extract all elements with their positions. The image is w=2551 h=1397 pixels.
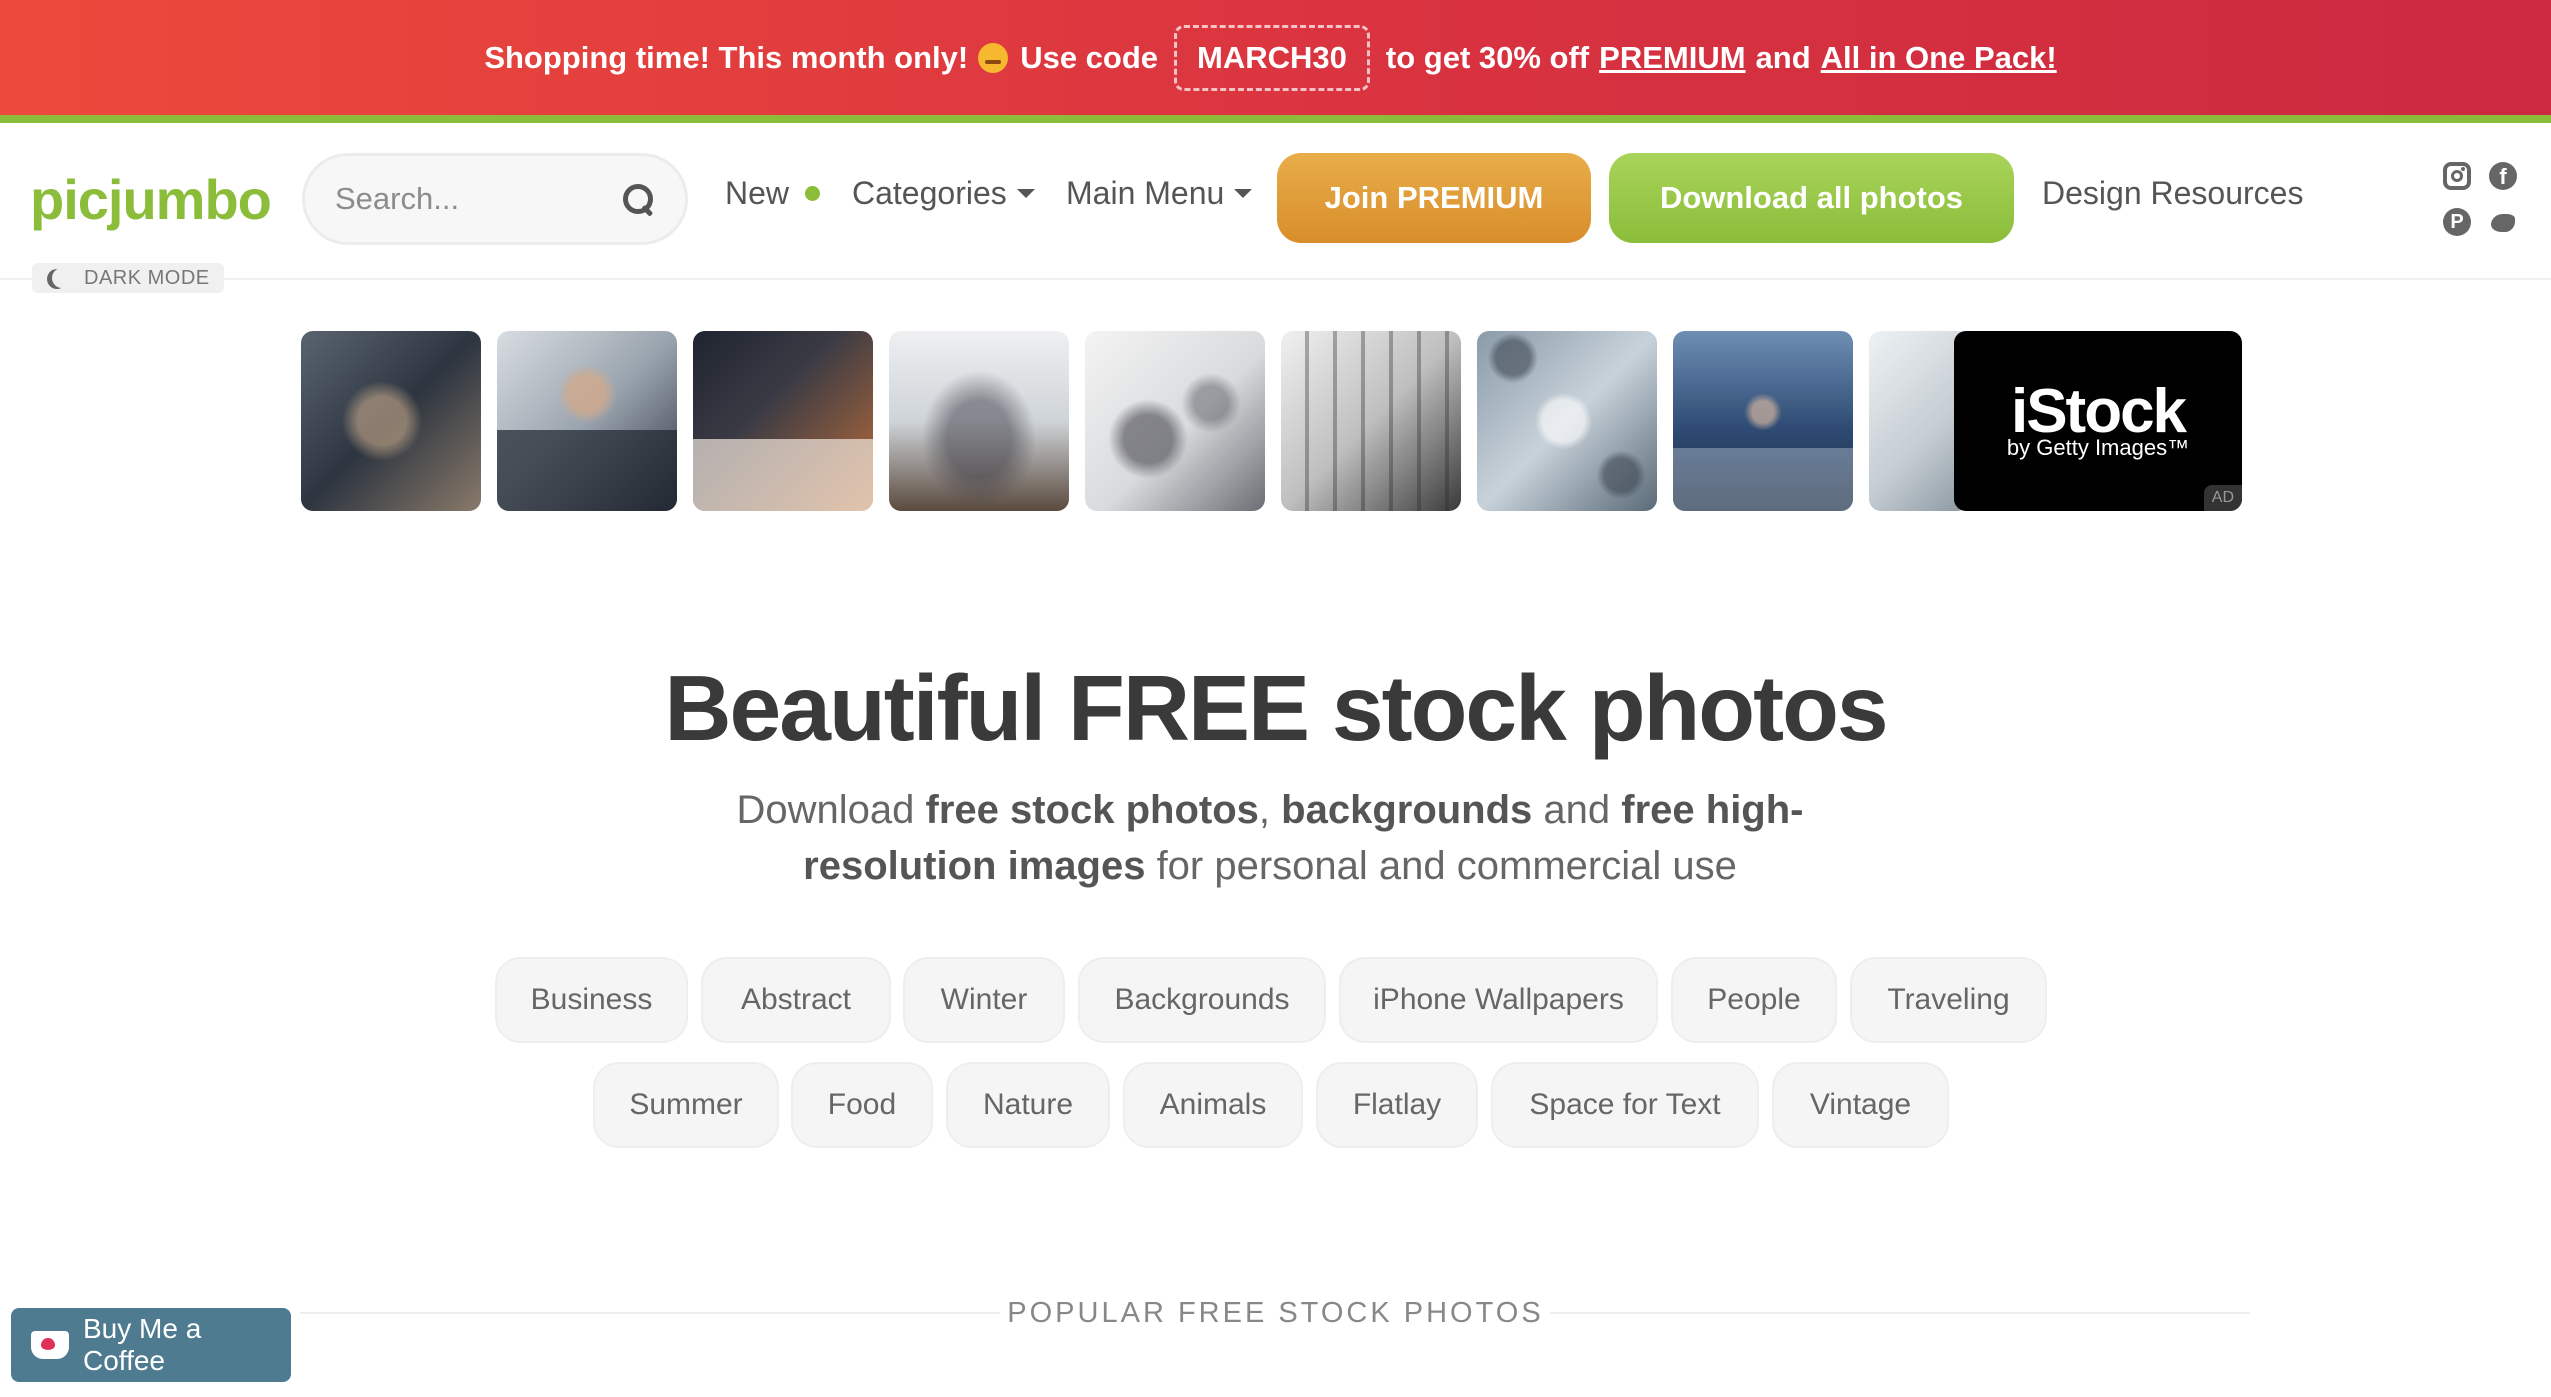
logo[interactable]: picjumbo bbox=[30, 167, 272, 232]
tag-backgrounds[interactable]: Backgrounds bbox=[1078, 957, 1326, 1043]
site-header: picjumbo Search... New Categories Main M… bbox=[0, 123, 2551, 280]
nav-new[interactable]: New bbox=[725, 175, 821, 212]
promo-code[interactable]: MARCH30 bbox=[1174, 24, 1370, 91]
search-icon[interactable] bbox=[621, 182, 655, 216]
tag-vintage[interactable]: Vintage bbox=[1772, 1062, 1949, 1148]
search-box[interactable]: Search... bbox=[302, 153, 688, 245]
tag-iphone-wallpapers[interactable]: iPhone Wallpapers bbox=[1339, 957, 1658, 1043]
promo-and: and bbox=[1755, 39, 1811, 75]
dark-mode-label: DARK MODE bbox=[84, 266, 210, 289]
twitter-icon[interactable] bbox=[2489, 208, 2517, 236]
hero-sub-bold: free stock photos bbox=[925, 788, 1259, 832]
promo-accent-line bbox=[0, 115, 2551, 123]
hero-sub-bold: backgrounds bbox=[1281, 788, 1533, 832]
facebook-icon[interactable]: f bbox=[2489, 162, 2517, 190]
nav-main-menu[interactable]: Main Menu bbox=[1066, 175, 1253, 212]
tag-traveling[interactable]: Traveling bbox=[1850, 957, 2047, 1043]
nav-new-label: New bbox=[725, 175, 790, 211]
ad-thumbnail[interactable] bbox=[889, 331, 1069, 511]
tag-flatlay[interactable]: Flatlay bbox=[1316, 1062, 1478, 1148]
ad-thumbnail[interactable] bbox=[497, 331, 677, 511]
promo-banner: Shopping time! This month only! Use code… bbox=[0, 0, 2551, 115]
tag-winter[interactable]: Winter bbox=[903, 957, 1065, 1043]
download-all-photos-button[interactable]: Download all photos bbox=[1609, 153, 2014, 243]
nav-main-menu-label: Main Menu bbox=[1066, 175, 1225, 211]
tag-space-for-text[interactable]: Space for Text bbox=[1491, 1062, 1759, 1148]
section-title: POPULAR FREE STOCK PHOTOS bbox=[1007, 1297, 1544, 1329]
tag-animals[interactable]: Animals bbox=[1123, 1062, 1303, 1148]
buy-me-a-coffee-label: Buy Me a Coffee bbox=[83, 1313, 202, 1376]
hero-sub-text: and bbox=[1532, 788, 1622, 832]
nav-design-resources-label: Design Resources bbox=[2042, 175, 2304, 211]
promo-text: Shopping time! This month only! bbox=[484, 39, 969, 75]
chevron-down-icon bbox=[1234, 189, 1253, 198]
chevron-down-icon bbox=[1016, 189, 1035, 198]
tag-people[interactable]: People bbox=[1671, 957, 1837, 1043]
all-in-one-pack-link[interactable]: All in One Pack! bbox=[1821, 40, 2057, 76]
nav-categories-label: Categories bbox=[852, 175, 1007, 211]
search-input[interactable]: Search... bbox=[335, 181, 621, 217]
hero-sub-text: , bbox=[1258, 788, 1282, 832]
ad-thumbnail[interactable] bbox=[1281, 331, 1461, 511]
nav-design-resources[interactable]: Design Resources bbox=[2042, 175, 2303, 212]
istock-subtitle: by Getty Images™ bbox=[2006, 435, 2190, 460]
hero-sub-text: Download bbox=[736, 788, 926, 832]
tag-summer[interactable]: Summer bbox=[593, 1062, 779, 1148]
tag-abstract[interactable]: Abstract bbox=[701, 957, 891, 1043]
buy-me-a-coffee-button[interactable]: Buy Me a Coffee bbox=[11, 1308, 291, 1382]
ad-thumbnail[interactable] bbox=[301, 331, 481, 511]
tag-business[interactable]: Business bbox=[495, 957, 688, 1043]
hero-subtitle: Download free stock photos, backgrounds … bbox=[680, 782, 1860, 894]
dark-mode-toggle[interactable]: DARK MODE bbox=[32, 263, 224, 293]
promo-use-code: Use code bbox=[1020, 39, 1159, 75]
tag-food[interactable]: Food bbox=[791, 1062, 933, 1148]
instagram-icon[interactable] bbox=[2443, 162, 2471, 190]
ad-thumbnail[interactable] bbox=[1085, 331, 1265, 511]
tag-nature[interactable]: Nature bbox=[946, 1062, 1110, 1148]
hero-sub-text: for personal and commercial use bbox=[1145, 844, 1737, 888]
premium-link[interactable]: PREMIUM bbox=[1599, 40, 1745, 76]
promo-offer-text: to get 30% off bbox=[1385, 39, 1590, 75]
new-dot-icon bbox=[805, 186, 821, 201]
ad-badge: AD bbox=[2203, 485, 2242, 511]
moon-icon bbox=[52, 268, 72, 288]
hero-title: Beautiful FREE stock photos bbox=[664, 656, 1888, 760]
pinterest-icon[interactable]: P bbox=[2443, 208, 2471, 236]
nav-categories[interactable]: Categories bbox=[852, 175, 1035, 212]
ad-thumbnail[interactable] bbox=[1477, 331, 1657, 511]
join-premium-button[interactable]: Join PREMIUM bbox=[1277, 153, 1591, 243]
emoji-icon bbox=[978, 42, 1009, 73]
ad-thumbnail[interactable] bbox=[1673, 331, 1853, 511]
istock-ad[interactable]: iStock by Getty Images™ AD bbox=[1954, 331, 2242, 511]
coffee-cup-icon bbox=[31, 1331, 69, 1359]
ad-thumbnail[interactable] bbox=[693, 331, 873, 511]
